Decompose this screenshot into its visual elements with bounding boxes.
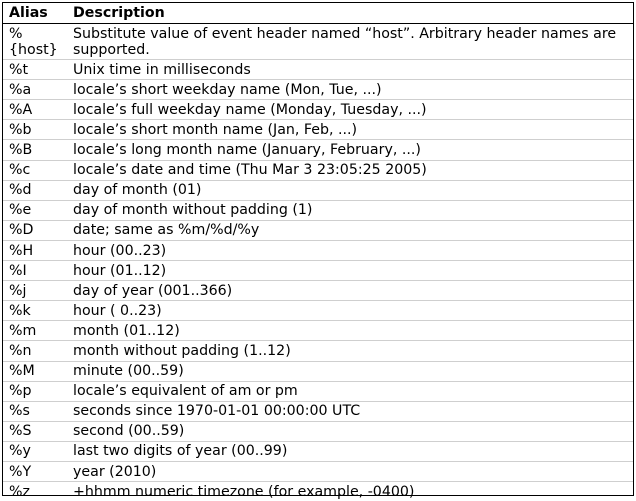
- table-row: %mmonth (01..12): [3, 321, 633, 341]
- table-row: %Blocale’s long month name (January, Feb…: [3, 140, 633, 160]
- description-cell: hour ( 0..23): [67, 301, 633, 321]
- alias-cell: %e: [3, 200, 67, 220]
- alias-cell: %y: [3, 441, 67, 461]
- table-row: %Ddate; same as %m/%d/%y: [3, 220, 633, 240]
- alias-cell: %z: [3, 482, 67, 501]
- table-row: %khour ( 0..23): [3, 301, 633, 321]
- alias-cell: %c: [3, 160, 67, 180]
- alias-cell: %S: [3, 421, 67, 441]
- description-cell: locale’s date and time (Thu Mar 3 23:05:…: [67, 160, 633, 180]
- alias-cell: %n: [3, 341, 67, 361]
- description-cell: year (2010): [67, 461, 633, 481]
- description-cell: month (01..12): [67, 321, 633, 341]
- description-cell: minute (00..59): [67, 361, 633, 381]
- table-row: %z+hhmm numeric timezone (for example, -…: [3, 482, 633, 501]
- description-cell: day of year (001..366): [67, 281, 633, 301]
- description-cell: hour (00..23): [67, 240, 633, 260]
- table-row: %Ssecond (00..59): [3, 421, 633, 441]
- table-body: % {host}Substitute value of event header…: [3, 24, 633, 501]
- table-row: %blocale’s short month name (Jan, Feb, .…: [3, 120, 633, 140]
- description-cell: locale’s short weekday name (Mon, Tue, .…: [67, 80, 633, 100]
- alias-cell: %p: [3, 381, 67, 401]
- alias-cell: %a: [3, 80, 67, 100]
- table-row: %jday of year (001..366): [3, 281, 633, 301]
- alias-cell: %t: [3, 60, 67, 80]
- alias-cell: %B: [3, 140, 67, 160]
- table-row: %Hhour (00..23): [3, 240, 633, 260]
- table-row: %alocale’s short weekday name (Mon, Tue,…: [3, 80, 633, 100]
- table-row: %Alocale’s full weekday name (Monday, Tu…: [3, 100, 633, 120]
- alias-cell: % {host}: [3, 24, 67, 60]
- alias-cell: %M: [3, 361, 67, 381]
- alias-cell: %k: [3, 301, 67, 321]
- description-cell: date; same as %m/%d/%y: [67, 220, 633, 240]
- table-row: %eday of month without padding (1): [3, 200, 633, 220]
- alias-cell: %A: [3, 100, 67, 120]
- alias-cell: %Y: [3, 461, 67, 481]
- alias-column-header: Alias: [3, 3, 67, 24]
- alias-cell: %b: [3, 120, 67, 140]
- table-row: %Ihour (01..12): [3, 261, 633, 281]
- alias-cell: %s: [3, 401, 67, 421]
- description-cell: locale’s long month name (January, Febru…: [67, 140, 633, 160]
- description-cell: seconds since 1970-01-01 00:00:00 UTC: [67, 401, 633, 421]
- description-cell: +hhmm numeric timezone (for example, -04…: [67, 482, 633, 501]
- table-row: %Yyear (2010): [3, 461, 633, 481]
- description-cell: second (00..59): [67, 421, 633, 441]
- table-row: %plocale’s equivalent of am or pm: [3, 381, 633, 401]
- description-cell: locale’s short month name (Jan, Feb, ...…: [67, 120, 633, 140]
- description-cell: month without padding (1..12): [67, 341, 633, 361]
- description-cell: day of month without padding (1): [67, 200, 633, 220]
- description-cell: Substitute value of event header named “…: [67, 24, 633, 60]
- description-cell: hour (01..12): [67, 261, 633, 281]
- table-header: Alias Description: [3, 3, 633, 24]
- alias-cell: %j: [3, 281, 67, 301]
- table-row: %tUnix time in milliseconds: [3, 60, 633, 80]
- description-cell: Unix time in milliseconds: [67, 60, 633, 80]
- alias-cell: %D: [3, 220, 67, 240]
- alias-cell: %I: [3, 261, 67, 281]
- table-row: %nmonth without padding (1..12): [3, 341, 633, 361]
- alias-table: Alias Description % {host}Substitute val…: [3, 3, 633, 501]
- table-row: %Mminute (00..59): [3, 361, 633, 381]
- table-row: %dday of month (01): [3, 180, 633, 200]
- table-row: %sseconds since 1970-01-01 00:00:00 UTC: [3, 401, 633, 421]
- table-row: %ylast two digits of year (00..99): [3, 441, 633, 461]
- alias-cell: %H: [3, 240, 67, 260]
- header-row: Alias Description: [3, 3, 633, 24]
- description-column-header: Description: [67, 3, 633, 24]
- alias-cell: %m: [3, 321, 67, 341]
- description-cell: day of month (01): [67, 180, 633, 200]
- table-row: %clocale’s date and time (Thu Mar 3 23:0…: [3, 160, 633, 180]
- table-row: % {host}Substitute value of event header…: [3, 24, 633, 60]
- description-cell: last two digits of year (00..99): [67, 441, 633, 461]
- description-cell: locale’s equivalent of am or pm: [67, 381, 633, 401]
- alias-cell: %d: [3, 180, 67, 200]
- description-cell: locale’s full weekday name (Monday, Tues…: [67, 100, 633, 120]
